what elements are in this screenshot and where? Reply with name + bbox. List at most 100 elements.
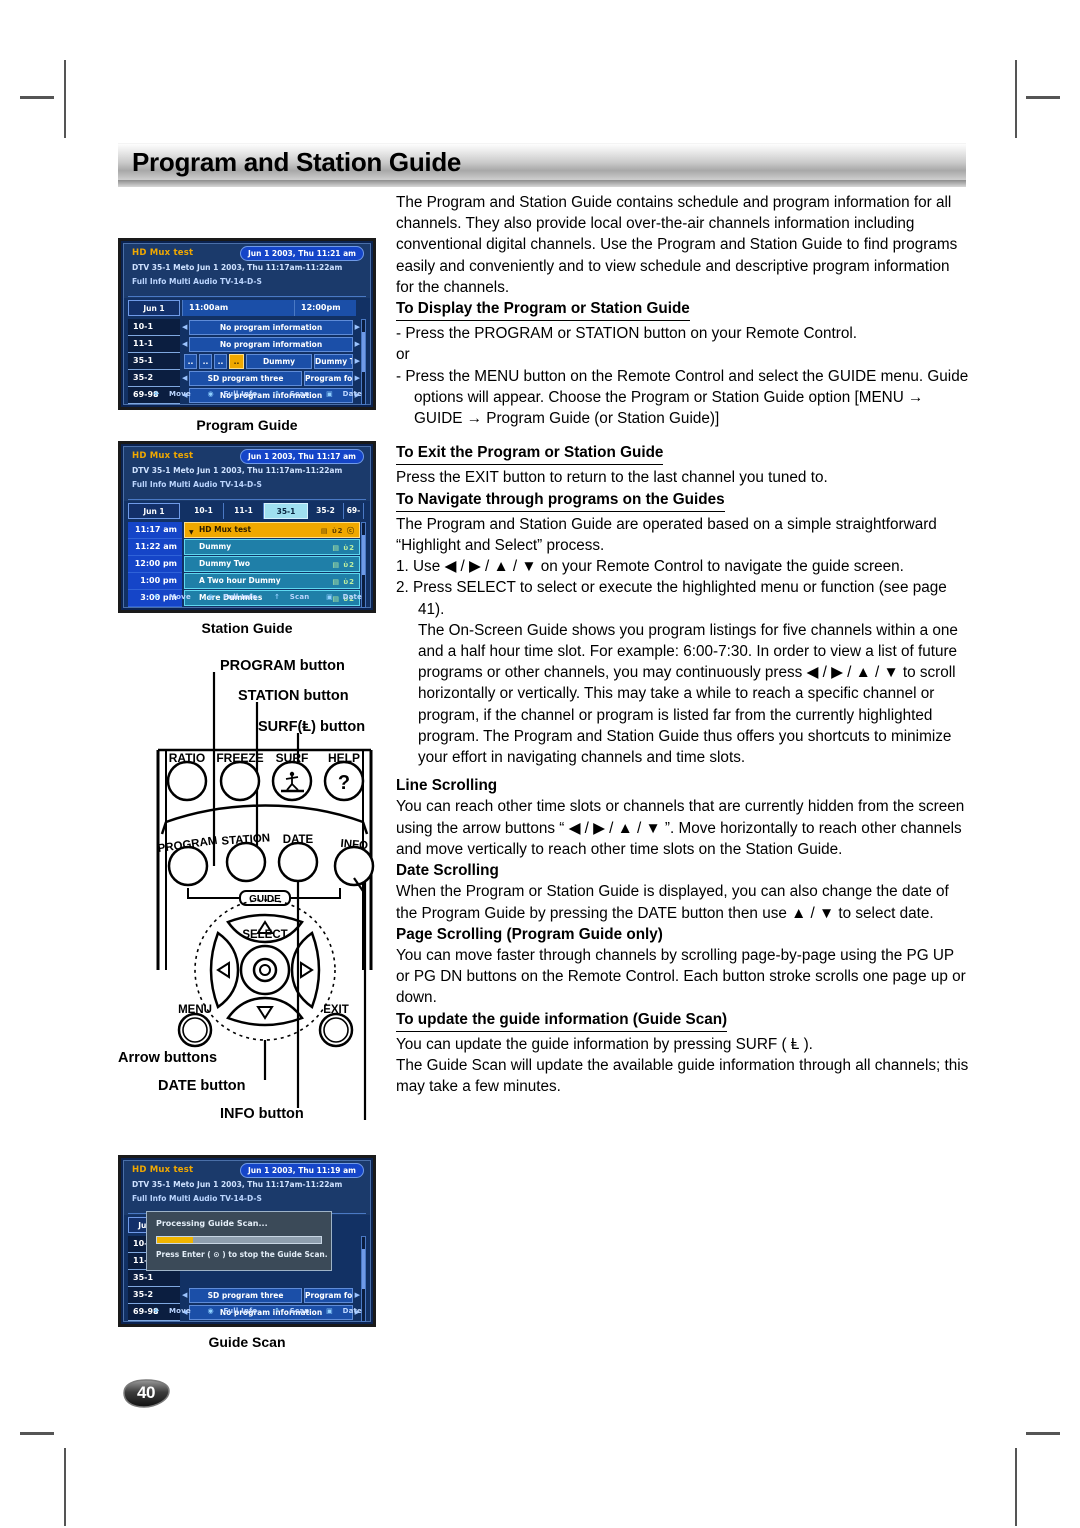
program-cell[interactable]: No program information (189, 320, 353, 335)
channel-cell[interactable]: 35-2 (128, 370, 180, 387)
channel-cell[interactable]: 11-1 (128, 336, 180, 353)
osd-subline: DTV 35-1 Meto Jun 1 2003, Thu 11:17am-11… (132, 263, 343, 272)
scroll-right-icon: ▶ (354, 374, 360, 382)
osd-flags: Full Info Multi Audio TV-14-D-S (132, 480, 262, 489)
osd-channel-title: HD Mux test (132, 451, 194, 461)
remote-control-diagram: PROGRAM button STATION button SURF(Ⱡ) bu… (118, 650, 418, 1122)
footer-date: ▣ Date (326, 1307, 362, 1315)
channel-tab[interactable]: 35-2 (308, 503, 344, 519)
scroll-right-icon: ▶ (354, 357, 360, 365)
program-list-item[interactable]: Dummy Two ▤ ὑ2 (184, 556, 360, 572)
program-badges: ▤ ὑ2 (332, 561, 355, 569)
program-cell[interactable]: .. (214, 354, 227, 369)
navigate-step-2: 2. Press SELECT to select or execute the… (396, 579, 947, 618)
program-list-item[interactable]: A Two hour Dummy ▤ ὑ2 (184, 573, 360, 589)
program-guide-osd-header: HD Mux test Jun 1 2003, Thu 11:21 am DTV… (124, 244, 370, 298)
svg-text:STATION: STATION (221, 832, 270, 847)
scroll-left-icon: ◀ (182, 1291, 188, 1299)
channel-cell[interactable]: 35-1 (128, 353, 180, 370)
scroll-right-icon: ▶ (354, 1291, 360, 1299)
program-title: Dummy Two (199, 559, 251, 568)
svg-text:HELP: HELP (328, 751, 360, 765)
figure-caption-station-guide: Station Guide (201, 620, 293, 636)
figure-guide-scan: HD Mux test Jun 1 2003, Thu 11:19 am DTV… (118, 1155, 376, 1327)
figure-station-guide: HD Mux test Jun 1 2003, Thu 11:17 am DTV… (118, 441, 376, 613)
line-scrolling-body: You can reach other time slots or channe… (396, 798, 965, 858)
program-cell[interactable]: SD program three (189, 371, 302, 386)
guide-scan-dialog: Processing Guide Scan... Press Enter ( ⊙… (146, 1211, 332, 1271)
program-row: ◀ SD program three Program four ▶ (182, 1287, 360, 1304)
svg-text:INFO: INFO (340, 838, 368, 852)
time-cell: 1:00 pm (128, 573, 182, 590)
scroll-right-icon: ▶ (354, 323, 360, 331)
page-scrolling-body: You can move faster through channels by … (396, 946, 966, 1007)
date-button-chip[interactable]: Jun 1 (128, 503, 180, 519)
heading-display-guide: To Display the Program or Station Guide (396, 298, 690, 322)
crop-mark-bottom-right-vertical (1015, 1448, 1017, 1526)
svg-text:SELECT: SELECT (242, 929, 287, 941)
program-badges: ▤ ὑ2 (332, 578, 355, 586)
program-row: ◀ No program information ▶ (182, 336, 360, 353)
osd-clock: Jun 1 2003, Thu 11:21 am (239, 246, 364, 261)
program-guide-footer: ✚ Move ◉ Full Info ↑ Scan ▣ Date (128, 387, 366, 401)
figure-caption-guide-scan: Guide Scan (208, 1334, 286, 1350)
svg-text:DATE: DATE (283, 834, 314, 846)
program-cell[interactable]: Dummy (246, 354, 312, 369)
program-cell[interactable]: .. (199, 354, 212, 369)
channel-cell[interactable]: 35-1 (128, 1270, 180, 1287)
channel-tab[interactable]: 69-98 (344, 503, 364, 531)
page-title-banner: Program and Station Guide (118, 143, 966, 180)
footer-full-info: ◉ Full Info (207, 1307, 258, 1315)
channel-cell[interactable]: 35-2 (128, 1287, 180, 1304)
crop-mark-bottom-right-horizontal (1026, 1432, 1060, 1435)
program-list-item-selected[interactable]: ▼ HD Mux test ▤ ὑ2 ⓒ (184, 522, 360, 538)
station-guide-footer: ✚ Move ◉ Full Info ↑ Scan ▣ Date (128, 590, 366, 604)
channel-tab[interactable]: 10-1 (184, 503, 224, 519)
crop-mark-bottom-left-vertical (64, 1448, 66, 1526)
guide-scan-hint-text: Press Enter ( ⊙ ) to stop the Guide Scan… (156, 1250, 328, 1259)
scroll-left-icon: ◀ (182, 323, 188, 331)
program-cell[interactable]: Program four (304, 371, 353, 386)
channel-tab-active[interactable]: 35-1 (264, 503, 308, 519)
date-button-chip[interactable]: Jun 1 (128, 300, 180, 316)
guide-scan-figure-wrap: HD Mux test Jun 1 2003, Thu 11:19 am DTV… (118, 1155, 380, 1350)
crop-mark-top-left-horizontal (20, 96, 54, 99)
footer-move: ✚ Move (153, 390, 191, 398)
guide-scan-body-1: You can update the guide information by … (396, 1035, 813, 1053)
expand-caret-icon: ▼ (189, 529, 194, 536)
program-cell[interactable]: Program four (304, 1288, 353, 1303)
guide-scan-status-text: Processing Guide Scan... (156, 1219, 268, 1228)
figure-program-guide: HD Mux test Jun 1 2003, Thu 11:21 am DTV… (118, 238, 376, 410)
svg-text:SURF: SURF (276, 751, 309, 765)
program-cell[interactable]: .. (184, 354, 197, 369)
program-cell[interactable]: SD program three (189, 1288, 302, 1303)
channel-cell[interactable]: 10-1 (128, 319, 180, 336)
crop-mark-top-right-horizontal (1026, 96, 1060, 99)
footer-scan: ↑ Scan (274, 1307, 310, 1315)
svg-text:FREEZE: FREEZE (216, 751, 263, 765)
program-title: A Two hour Dummy (199, 576, 281, 585)
footer-date: ▣ Date (326, 593, 362, 601)
body-text-column: The Program and Station Guide contains s… (396, 192, 970, 1097)
osd-channel-title: HD Mux test (132, 1165, 194, 1175)
program-cell[interactable]: No program information (189, 337, 353, 352)
footer-date: ▣ Date (326, 390, 362, 398)
guide-scan-footer: ✚ Move ◉ Full Info ↑ Scan ▣ Date (128, 1304, 366, 1318)
program-title: Dummy (199, 542, 232, 551)
display-guide-step-2: - Press the MENU button on the Remote Co… (396, 367, 969, 428)
program-list-item[interactable]: Dummy ▤ ὑ2 (184, 539, 360, 555)
osd-channel-title: HD Mux test (132, 248, 194, 258)
page-number-badge: 40 (120, 1378, 172, 1408)
program-cell[interactable]: Dummy Two (314, 354, 353, 369)
program-row: ◀ SD program three Program four ▶ (182, 370, 360, 387)
time-cell: 11:17 am (128, 522, 182, 539)
program-guide-time-row: Jun 1 11:00am 12:00pm (128, 300, 366, 317)
heading-guide-scan: To update the guide information (Guide S… (396, 1009, 728, 1032)
channel-tab[interactable]: 11-1 (224, 503, 264, 519)
crop-mark-top-right-vertical (1015, 60, 1017, 138)
heading-date-scrolling: Date Scrolling (396, 862, 499, 880)
time-slot-1: 11:00am (182, 300, 294, 316)
program-cell-selected[interactable]: .. (229, 354, 244, 369)
time-slot-2: 12:00pm (294, 300, 356, 316)
osd-divider (128, 499, 366, 500)
